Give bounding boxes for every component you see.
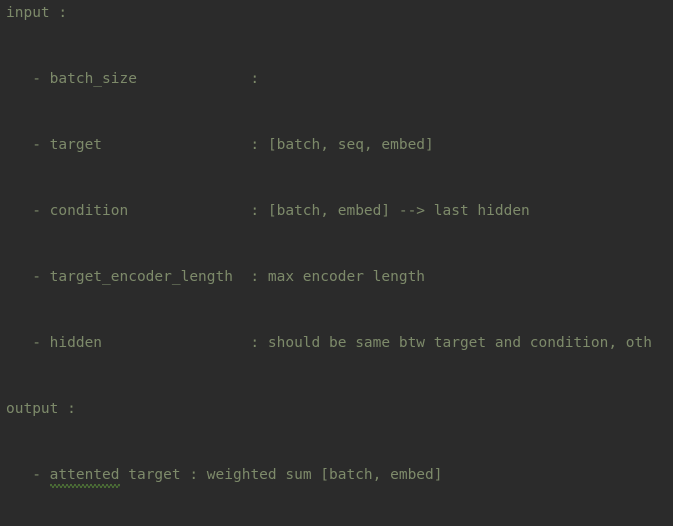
code-editor-pane[interactable]: input : - batch_size : - target : [batch…	[0, 0, 673, 526]
line-batch-size: - batch_size :	[6, 71, 268, 87]
misspelled-word-attented[interactable]: attented	[49, 464, 120, 488]
line-hidden: - hidden : should be same btw target and…	[6, 335, 653, 351]
line-output-heading: output :	[6, 401, 76, 417]
attented-line-suffix: target : weighted sum [batch, embed]	[119, 467, 443, 483]
code-text-area[interactable]: input : - batch_size : - target : [batch…	[0, 0, 673, 526]
line-input-heading: input :	[6, 5, 68, 21]
line-target-encoder-length: - target_encoder_length : max encoder le…	[6, 269, 426, 285]
attented-line-prefix: -	[6, 467, 50, 483]
line-attented-target: - attented target : weighted sum [batch,…	[6, 464, 443, 488]
line-condition: - condition : [batch, embed] --> last hi…	[6, 203, 530, 219]
line-target: - target : [batch, seq, embed]	[6, 137, 434, 153]
